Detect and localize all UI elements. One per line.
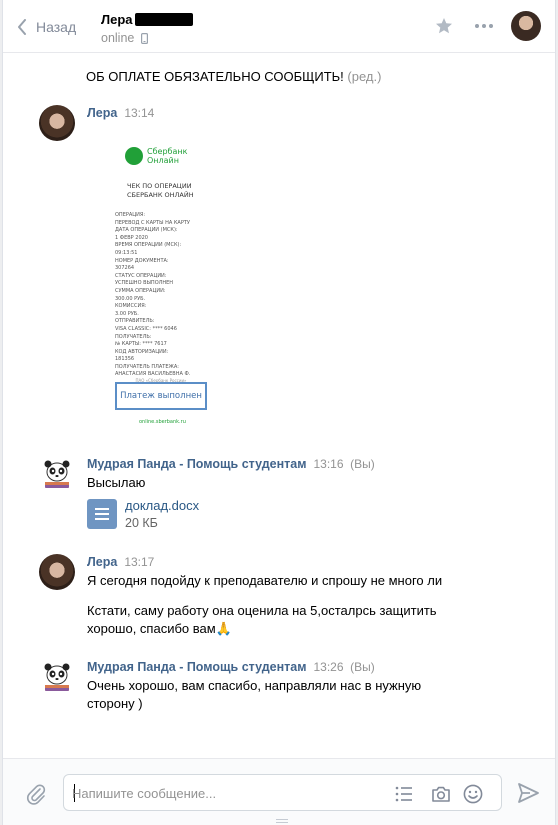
edited-mark: (ред.) (347, 69, 382, 84)
sberbank-logo: Сбербанк Онлайн (125, 147, 187, 165)
receipt-url: online.sberbank.ru (139, 419, 186, 425)
back-label: Назад (36, 19, 77, 35)
chevron-left-icon (18, 19, 26, 35)
avatar[interactable] (39, 554, 75, 590)
message-input-box[interactable] (63, 774, 502, 811)
you-mark: (Вы) (350, 457, 375, 471)
sberbank-logo-icon (125, 147, 143, 165)
message-time[interactable]: 13:14 (124, 106, 154, 120)
you-mark: (Вы) (350, 660, 375, 674)
message-item: Лера 13:14 (39, 105, 539, 425)
file-name[interactable]: доклад.docx (125, 498, 199, 513)
message-text: Очень хорошо, вам спасибо, направляли на… (87, 678, 422, 711)
message-time[interactable]: 13:17 (124, 555, 154, 569)
contact-name[interactable]: Лера (101, 12, 193, 27)
message-item: Мудрая Панда - Помощь студентам 13:16 (Вы… (39, 456, 539, 536)
file-size: 20 КБ (125, 516, 158, 530)
author-name[interactable]: Лера (87, 555, 117, 569)
receipt-fields: ОПЕРАЦИЯ: ПЕРЕВОД С КАРТЫ НА КАРТУ ДАТА … (115, 212, 191, 378)
contact-status: online (101, 31, 149, 45)
message-text: Высылаю (87, 475, 146, 490)
message-time[interactable]: 13:26 (313, 660, 343, 674)
redacted-surname (134, 13, 193, 26)
mobile-phone-icon (141, 32, 149, 44)
back-button[interactable]: Назад (17, 15, 76, 39)
author-name[interactable]: Лера (87, 106, 117, 120)
contact-avatar[interactable] (511, 11, 541, 41)
receipt-stamp: Платеж выполнен (115, 382, 207, 410)
star-icon[interactable] (433, 15, 455, 37)
document-icon[interactable] (87, 499, 117, 529)
message-item: Мудрая Панда - Помощь студентам 13:26 (Вы… (39, 659, 539, 729)
avatar[interactable] (39, 105, 75, 141)
panda-avatar[interactable] (39, 659, 75, 695)
message-time[interactable]: 13:16 (313, 457, 343, 471)
smile-icon[interactable] (462, 783, 484, 805)
send-icon[interactable] (516, 781, 540, 805)
chat-window: Назад Лера online ОБ ОПЛАТЕ ОБЯЗАТЕЛЬНО … (2, 0, 556, 825)
paperclip-icon[interactable] (25, 783, 47, 805)
message-composer (3, 758, 555, 825)
chat-header: Назад Лера online (3, 0, 555, 53)
file-attachment[interactable]: доклад.docx 20 КБ (87, 498, 537, 530)
author-name[interactable]: Мудрая Панда - Помощь студентам (87, 660, 306, 674)
message-item: Лера 13:17 Я сегодня подойду к преподават… (39, 554, 539, 649)
list-icon[interactable] (393, 783, 415, 805)
more-dots-icon[interactable] (473, 15, 495, 37)
receipt-title: ЧЕК ПО ОПЕРАЦИИ СБЕРБАНК ОНЛАЙН (127, 182, 194, 199)
camera-icon[interactable] (430, 783, 452, 805)
author-name[interactable]: Мудрая Панда - Помощь студентам (87, 457, 306, 471)
message-input[interactable] (72, 783, 382, 803)
message-text: Кстати, саму работу она оценила на 5,ост… (87, 603, 437, 636)
receipt-image[interactable]: Сбербанк Онлайн ЧЕК ПО ОПЕРАЦИИ СБЕРБАНК … (115, 139, 235, 425)
panda-avatar[interactable] (39, 456, 75, 492)
message-text: ОБ ОПЛАТЕ ОБЯЗАТЕЛЬНО СООБЩИТЬ! (ред.) (86, 69, 382, 84)
resize-grip[interactable] (276, 819, 288, 823)
message-feed: ОБ ОПЛАТЕ ОБЯЗАТЕЛЬНО СООБЩИТЬ! (ред.) Л… (3, 54, 555, 758)
message-text: Я сегодня подойду к преподавателю и спро… (87, 573, 443, 588)
